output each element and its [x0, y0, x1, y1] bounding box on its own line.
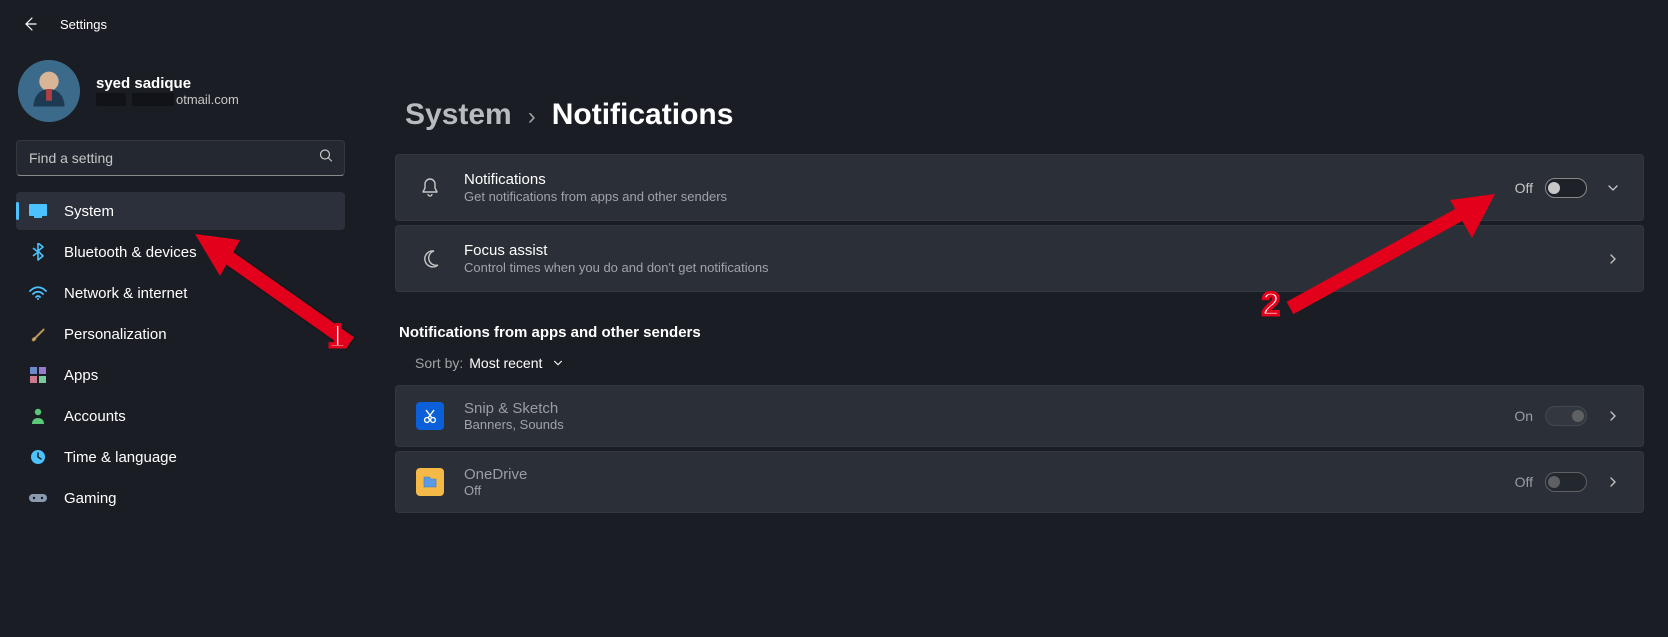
app-row-onedrive[interactable]: OneDrive Off Off — [395, 451, 1644, 513]
gamepad-icon — [28, 488, 48, 508]
profile-block[interactable]: syed sadique otmail.com — [16, 60, 345, 122]
sort-label: Sort by: — [415, 355, 463, 371]
brush-icon — [28, 324, 48, 344]
sidebar-item-bluetooth[interactable]: Bluetooth & devices — [16, 233, 345, 271]
card-title: Focus assist — [464, 242, 1599, 259]
card-title: Notifications — [464, 171, 1515, 188]
card-subtitle: Get notifications from apps and other se… — [464, 189, 1515, 204]
chevron-right-icon — [1603, 409, 1623, 423]
breadcrumb: System › Notifications — [405, 98, 1644, 132]
sidebar-item-apps[interactable]: Apps — [16, 356, 345, 394]
profile-name: syed sadique — [96, 75, 239, 92]
sidebar-item-label: Apps — [64, 367, 98, 384]
app-toggle[interactable] — [1545, 406, 1587, 426]
app-toggle[interactable] — [1545, 472, 1587, 492]
toggle-label: Off — [1515, 180, 1533, 196]
window-title: Settings — [60, 17, 107, 32]
annotation-number-2: 2 — [1262, 286, 1280, 323]
search-icon — [319, 149, 333, 168]
app-name: OneDrive — [464, 466, 1515, 483]
sidebar-item-label: Gaming — [64, 490, 117, 507]
sidebar-item-gaming[interactable]: Gaming — [16, 479, 345, 517]
clock-icon — [28, 447, 48, 467]
app-icon — [416, 402, 444, 430]
section-title: Notifications from apps and other sender… — [399, 324, 1644, 341]
person-icon — [28, 406, 48, 426]
sidebar-item-personalization[interactable]: Personalization — [16, 315, 345, 353]
sidebar-item-label: System — [64, 203, 114, 220]
sidebar-item-label: Time & language — [64, 449, 177, 466]
breadcrumb-separator: › — [528, 103, 536, 131]
sidebar-item-label: Bluetooth & devices — [64, 244, 197, 261]
avatar — [18, 60, 80, 122]
arrow-left-icon — [22, 16, 38, 32]
app-name: Snip & Sketch — [464, 400, 1514, 417]
system-icon — [28, 201, 48, 221]
notifications-card[interactable]: Notifications Get notifications from app… — [395, 154, 1644, 221]
sidebar-item-network[interactable]: Network & internet — [16, 274, 345, 312]
sidebar: syed sadique otmail.com System — [0, 48, 355, 637]
app-sub: Banners, Sounds — [464, 417, 1514, 432]
sort-dropdown[interactable]: Most recent — [469, 355, 568, 371]
sidebar-item-time[interactable]: Time & language — [16, 438, 345, 476]
chevron-down-icon — [548, 357, 568, 369]
wifi-icon — [28, 283, 48, 303]
sidebar-item-label: Network & internet — [64, 285, 187, 302]
back-button[interactable] — [12, 6, 48, 42]
focus-assist-card[interactable]: Focus assist Control times when you do a… — [395, 225, 1644, 292]
toggle-label: Off — [1515, 474, 1533, 490]
app-icon — [416, 468, 444, 496]
search-box — [16, 140, 345, 176]
chevron-right-icon — [1603, 475, 1623, 489]
bell-icon — [416, 177, 444, 199]
notifications-toggle[interactable] — [1545, 178, 1587, 198]
sidebar-item-system[interactable]: System — [16, 192, 345, 230]
sidebar-item-label: Personalization — [64, 326, 167, 343]
profile-email: otmail.com — [96, 92, 239, 107]
card-subtitle: Control times when you do and don't get … — [464, 260, 1599, 275]
apps-icon — [28, 365, 48, 385]
chevron-right-icon — [1603, 252, 1623, 266]
moon-icon — [416, 249, 444, 269]
sidebar-item-accounts[interactable]: Accounts — [16, 397, 345, 435]
annotation-number-1: 1 — [328, 318, 346, 355]
toggle-label: On — [1514, 408, 1533, 424]
app-sub: Off — [464, 483, 1515, 498]
breadcrumb-parent[interactable]: System — [405, 98, 512, 132]
main-panel: System › Notifications Notifications Get… — [355, 48, 1668, 637]
breadcrumb-current: Notifications — [552, 98, 734, 132]
bluetooth-icon — [28, 242, 48, 262]
chevron-down-icon[interactable] — [1603, 181, 1623, 195]
sidebar-item-label: Accounts — [64, 408, 126, 425]
app-row-snip[interactable]: Snip & Sketch Banners, Sounds On — [395, 385, 1644, 447]
search-input[interactable] — [16, 140, 345, 176]
